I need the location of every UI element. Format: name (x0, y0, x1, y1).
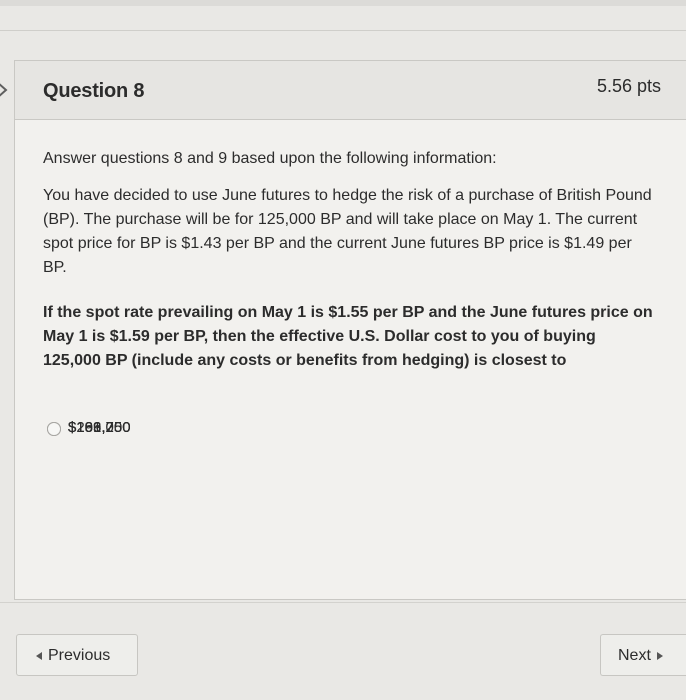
question-points: 5.56 pts (596, 76, 661, 96)
question-prompt: If the spot rate prevailing on May 1 is … (43, 304, 653, 369)
next-button-content: Next (618, 647, 663, 665)
question-header: Question 8 5.56 pts (15, 61, 686, 120)
question-scenario: You have decided to use June futures to … (43, 187, 652, 276)
radio-button[interactable] (47, 422, 61, 436)
question-title: Question 8 (43, 80, 145, 102)
previous-button[interactable]: Previous (16, 634, 138, 676)
right-arrow-icon (656, 652, 663, 660)
header-divider-line (0, 30, 686, 31)
question-intro: Answer questions 8 and 9 based upon the … (43, 150, 497, 167)
quiz-page: Question 8 5.56 pts Answer questions 8 a… (0, 0, 686, 700)
previous-button-label: Previous (48, 647, 111, 664)
collapse-chevron-icon[interactable] (0, 80, 12, 100)
question-card: Question 8 5.56 pts Answer questions 8 a… (14, 60, 686, 600)
card-bottom-divider (0, 602, 686, 603)
next-button[interactable]: Next (600, 634, 686, 676)
left-arrow-icon (36, 652, 42, 660)
next-button-label: Next (618, 647, 651, 664)
top-divider (0, 0, 686, 6)
previous-button-content: Previous (36, 647, 110, 665)
answer-label: $206,250 (68, 419, 131, 436)
